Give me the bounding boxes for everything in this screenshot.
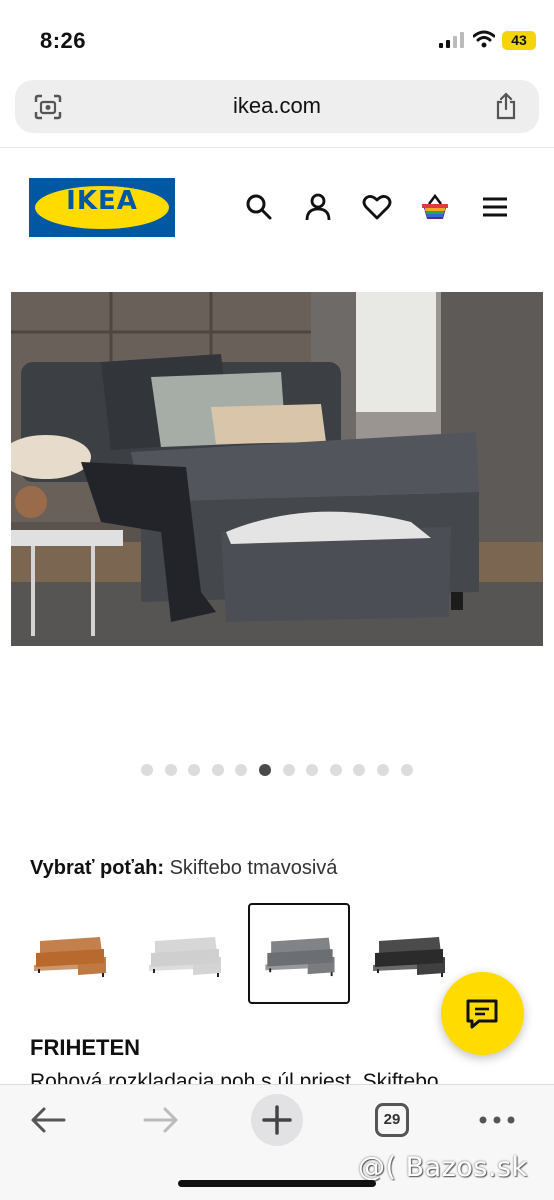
cover-select-label: Vybrať poťah: Skiftebo tmavosivá	[30, 857, 337, 880]
carousel-dot[interactable]	[211, 764, 224, 776]
new-tab-button[interactable]	[251, 1094, 303, 1146]
product-name: FRIHETEN	[30, 1035, 140, 1060]
carousel-dot[interactable]	[164, 764, 177, 776]
sofa-thumbnail	[373, 937, 445, 977]
ikea-logo[interactable]: IKEA	[29, 178, 175, 237]
carousel-dot[interactable]	[282, 764, 295, 776]
carousel-dot[interactable]	[306, 764, 319, 776]
cover-label: Vybrať poťah:	[30, 857, 164, 879]
carousel-dot[interactable]	[329, 764, 342, 776]
carousel-dot[interactable]	[188, 764, 201, 776]
user-icon[interactable]	[303, 192, 333, 222]
share-icon[interactable]	[494, 92, 518, 120]
basket-icon[interactable]	[420, 192, 450, 222]
more-icon[interactable]	[477, 1103, 517, 1137]
carousel-dot[interactable]	[400, 764, 413, 776]
menu-icon[interactable]	[480, 192, 510, 222]
wifi-icon	[473, 30, 495, 48]
divider	[0, 147, 554, 148]
watermark: @( Bazos.sk	[358, 1152, 528, 1183]
status-time: 8:26	[40, 28, 87, 53]
sofa-thumbnail	[34, 937, 106, 977]
carousel-dot[interactable]	[376, 764, 389, 776]
cover-swatch[interactable]	[133, 903, 235, 1004]
address-bar[interactable]: ikea.com	[15, 80, 539, 133]
cover-swatch[interactable]	[357, 903, 459, 1004]
carousel-dot[interactable]	[141, 764, 153, 776]
back-icon[interactable]	[28, 1103, 68, 1137]
search-icon[interactable]	[244, 192, 274, 222]
tabs-icon[interactable]: 29	[375, 1103, 409, 1137]
cover-value: Skiftebo tmavosivá	[169, 857, 338, 879]
plus-icon	[262, 1105, 292, 1135]
carousel-dot[interactable]	[258, 764, 271, 776]
url-text[interactable]: ikea.com	[15, 93, 539, 119]
sofa-thumbnail	[265, 937, 335, 977]
chat-button[interactable]	[441, 972, 524, 1055]
product-image[interactable]	[11, 292, 543, 646]
home-indicator	[178, 1180, 376, 1187]
status-bar: 8:26 43	[0, 0, 554, 70]
forward-icon[interactable]	[141, 1103, 181, 1137]
cover-swatch[interactable]	[18, 903, 120, 1004]
logo-text: IKEA	[66, 186, 138, 216]
carousel-dot[interactable]	[235, 764, 248, 776]
cover-swatch[interactable]	[248, 903, 350, 1004]
sofa-thumbnail	[149, 937, 221, 977]
heart-icon[interactable]	[362, 192, 392, 222]
carousel-dot[interactable]	[353, 764, 366, 776]
carousel-dots[interactable]	[141, 764, 413, 776]
chat-icon	[466, 999, 498, 1029]
signal-icon	[439, 32, 464, 48]
battery-indicator: 43	[502, 31, 536, 50]
